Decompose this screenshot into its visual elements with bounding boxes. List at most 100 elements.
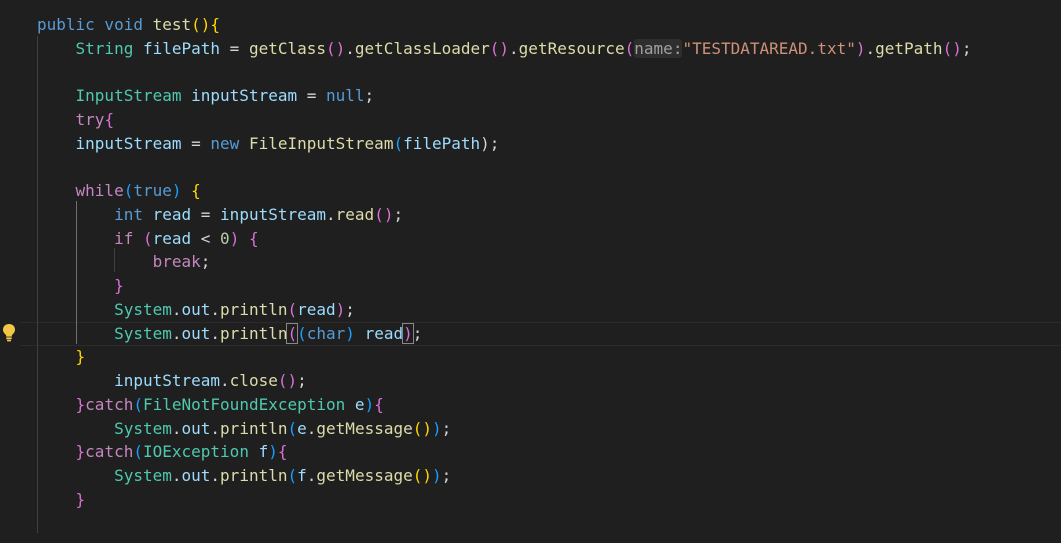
code-line-9[interactable]: break; [37,250,211,274]
paren: ) [364,395,375,414]
code-line-17[interactable]: }catch(IOException f){ [37,440,288,464]
keyword-true: true [133,181,172,200]
dot: . [210,419,221,438]
dot: . [220,371,230,390]
paren: ) [171,181,182,200]
variable: read [364,324,404,343]
code-line-1[interactable]: public void test(){ [37,13,220,37]
code-line-11[interactable]: System.out.println(read); [37,298,355,322]
brace-open: { [248,229,259,248]
field: out [181,300,211,319]
code-line-14[interactable]: inputStream.close(); [37,369,307,393]
code-line-13[interactable]: } [37,345,86,369]
paren: ) [335,300,346,319]
code-line-16[interactable]: System.out.println(e.getMessage()); [37,417,451,441]
field: out [181,419,211,438]
method-call: println [220,300,288,319]
method-call: close [229,371,278,390]
code-editor[interactable]: public void test(){ String filePath = ge… [0,0,1061,543]
field: out [181,466,211,485]
dot: . [326,205,336,224]
method-call: getMessage [316,419,413,438]
operator: = [220,39,249,58]
code-line-2[interactable]: String filePath = getClass().getClassLoa… [37,37,971,61]
paren: ( [287,466,298,485]
dot: . [171,324,182,343]
paren: () [277,371,298,390]
method-call: getClassLoader [354,39,490,58]
code-line-18[interactable]: System.out.println(f.getMessage()); [37,464,451,488]
class-name: System [114,466,172,485]
class-name: System [114,324,172,343]
field: out [181,324,211,343]
dot: . [210,300,221,319]
type-name: String [75,39,134,58]
dot: . [171,419,182,438]
paren: () [942,39,962,58]
paren: ( [287,300,298,319]
paren-matched: ) [402,323,414,344]
dot: . [171,300,182,319]
keyword-new: new [210,134,240,153]
semicolon: ; [364,86,375,105]
code-line-3[interactable]: InputStream inputStream = null; [37,84,375,108]
variable: inputStream [191,86,298,105]
semicolon: ; [345,300,355,319]
string-literal: "TESTDATAREAD.txt" [682,39,856,58]
keyword-public-void: public void [37,15,153,34]
class-name: System [114,419,172,438]
lightbulb-icon[interactable] [1,323,17,343]
code-line-7[interactable]: int read = inputStream.read(); [37,203,403,227]
paren: ) [432,466,442,485]
code-line-6[interactable]: while(true) { [37,179,201,203]
close-paren-semicolon: ); [480,134,500,153]
brace-close: } [75,395,86,414]
semicolon: ; [393,205,404,224]
code-line-15[interactable]: }catch(FileNotFoundException e){ [37,393,384,417]
paren: () [412,466,432,485]
semicolon: ; [412,324,423,343]
keyword-break: break [152,252,201,271]
paren: ) [432,419,442,438]
variable: filePath [142,39,221,58]
variable: e [297,419,307,438]
semicolon: ; [441,419,452,438]
type-name: InputStream [75,86,182,105]
code-line-5[interactable]: inputStream = new FileInputStream(filePa… [37,132,500,156]
number-literal: 0 [220,229,230,248]
paren: ( [123,181,134,200]
brace-open: { [104,110,115,129]
keyword-while: while [75,181,124,200]
semicolon: ; [961,39,972,58]
class-name: System [114,300,172,319]
brace-close: } [75,347,86,366]
semicolon: ; [441,466,452,485]
dot: . [210,466,221,485]
operator: = [181,134,211,153]
dot: . [345,39,355,58]
operator: < [191,229,221,248]
code-line-8[interactable]: if (read < 0) { [37,227,259,251]
method-call: getPath [875,39,943,58]
variable: f [258,442,269,461]
method-call: getResource [518,39,625,58]
code-line-4[interactable]: try{ [37,108,115,132]
paren: () [412,419,432,438]
paren: ( [297,324,307,343]
code-line-10[interactable]: } [37,274,124,298]
paren: ( [133,442,143,461]
dot: . [306,419,317,438]
code-line-19[interactable]: } [37,488,86,512]
dot: . [865,39,876,58]
constructor: FileInputStream [248,134,394,153]
exception-type: FileNotFoundException [142,395,346,414]
keyword-catch: catch [85,442,134,461]
dot: . [306,466,317,485]
method-call: println [220,324,288,343]
code-line-12[interactable]: System.out.println((char) read); [37,322,422,346]
